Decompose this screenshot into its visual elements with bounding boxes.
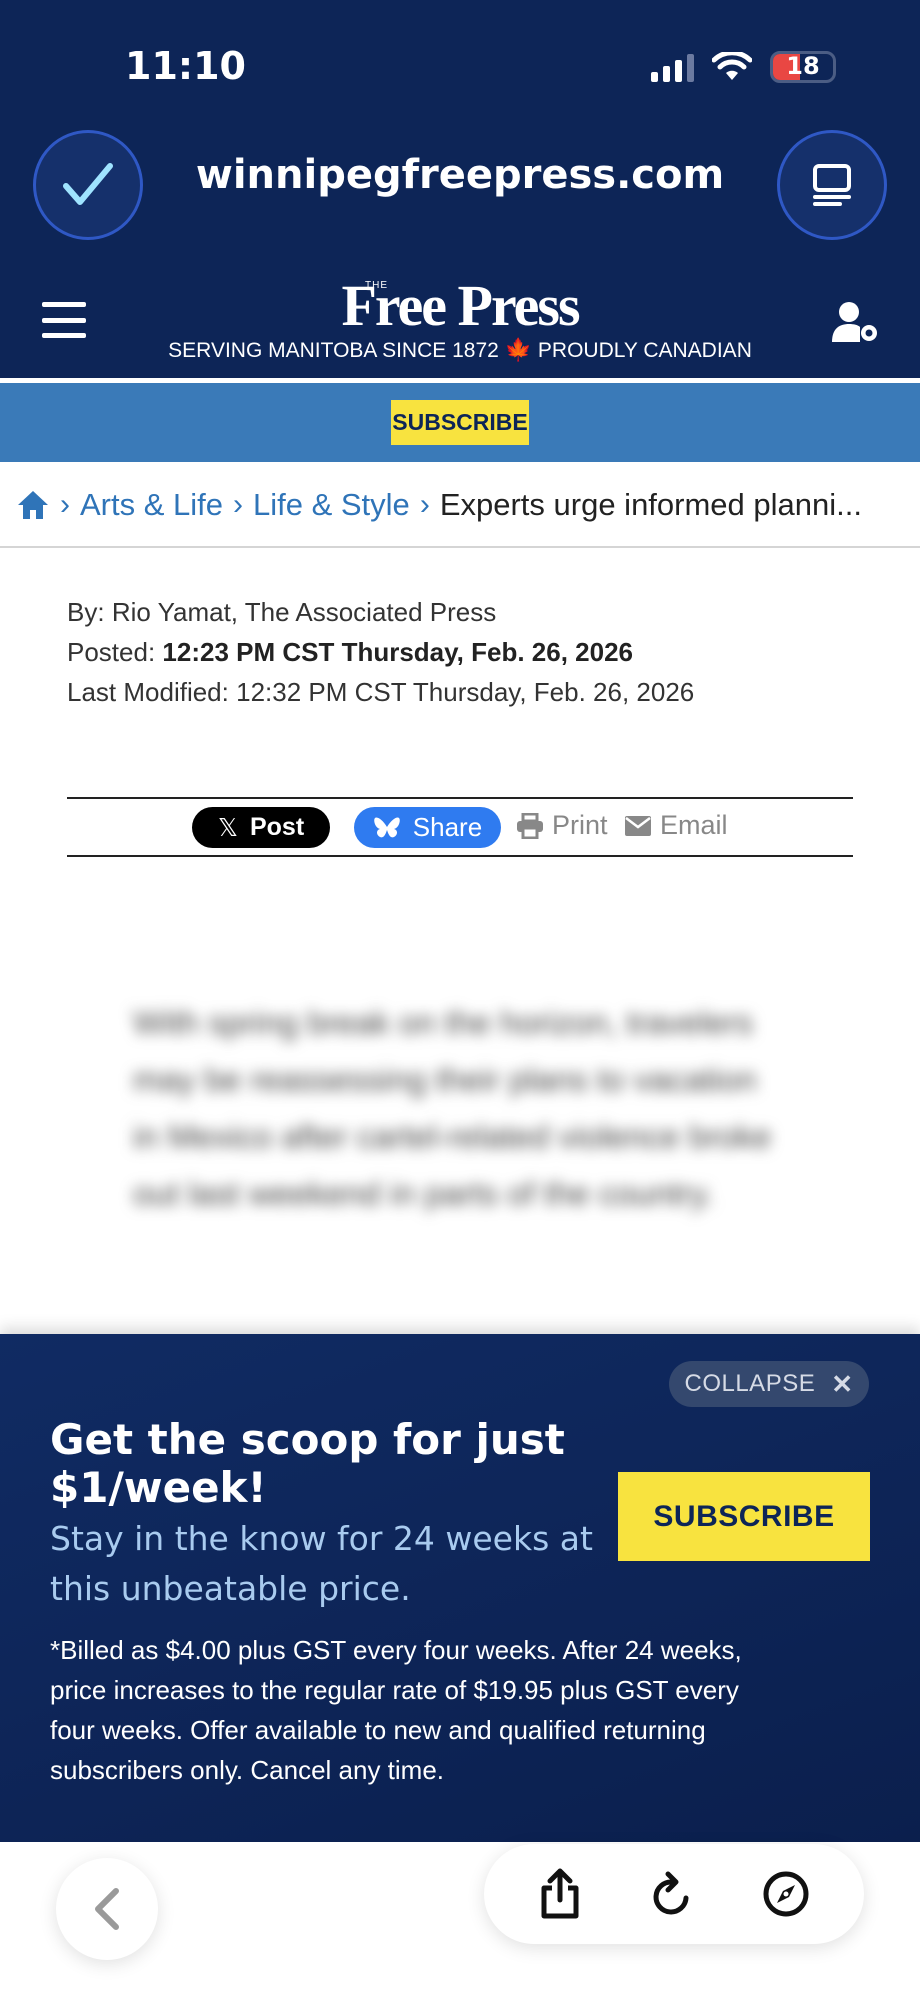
cellular-signal-icon	[651, 52, 694, 82]
share-divider-top	[67, 797, 853, 799]
bluesky-share-button[interactable]: Share	[354, 807, 501, 848]
share-divider-bottom	[67, 855, 853, 857]
account-settings-icon[interactable]	[832, 300, 880, 344]
maple-leaf-icon: 🍁	[504, 337, 533, 362]
reload-icon[interactable]	[650, 1870, 694, 1918]
toolbar-actions	[484, 1844, 864, 1944]
battery-level: 18	[786, 52, 820, 80]
subscribe-button[interactable]: SUBSCRIBE	[391, 400, 529, 445]
promo-title: Get the scoop for just $1/week!	[50, 1415, 565, 1512]
x-post-button[interactable]: 𝕏 Post	[192, 807, 330, 848]
browser-toolbar	[0, 1842, 920, 2000]
collapse-button[interactable]: COLLAPSE ✕	[669, 1361, 869, 1407]
promo-fine-print: *Billed as $4.00 plus GST every four wee…	[50, 1635, 742, 1785]
print-button[interactable]: Print	[516, 810, 608, 841]
bluesky-share-label: Share	[412, 812, 483, 842]
modified-label: Last Modified:	[67, 677, 229, 707]
print-label: Print	[552, 810, 608, 840]
email-button[interactable]: Email	[624, 810, 728, 841]
address-bar-url[interactable]: winnipegfreepress.com	[180, 152, 740, 198]
breadcrumb: › Arts & Life › Life & Style › Experts u…	[16, 480, 906, 530]
close-icon: ✕	[831, 1368, 854, 1399]
share-icon[interactable]	[538, 1868, 582, 1920]
envelope-icon	[625, 815, 651, 836]
status-icons: 18	[651, 50, 836, 84]
subscribe-bar: SUBSCRIBE	[0, 383, 920, 462]
chevron-right-icon: ›	[233, 488, 243, 521]
tagline-left: SERVING MANITOBA SINCE 1872	[168, 339, 499, 362]
modified-date: 12:32 PM CST Thursday, Feb. 26, 2026	[236, 677, 695, 707]
breadcrumb-current: Experts urge informed planni...	[439, 487, 862, 522]
breadcrumb-arts-life[interactable]: Arts & Life	[80, 487, 223, 523]
reader-icon	[813, 164, 851, 206]
posted-date: 12:23 PM CST Thursday, Feb. 26, 2026	[162, 637, 633, 667]
x-logo-icon: 𝕏	[217, 813, 238, 842]
author: Rio Yamat, The Associated Press	[111, 597, 497, 627]
site-logo[interactable]: Free Press	[0, 272, 920, 339]
status-time: 11:10	[125, 44, 246, 88]
chevron-right-icon: ›	[419, 488, 430, 521]
promo-subscribe-button[interactable]: SUBSCRIBE	[618, 1472, 870, 1561]
chevron-left-icon	[95, 1888, 119, 1930]
butterfly-icon	[374, 816, 400, 837]
promo-subtitle: Stay in the know for 24 weeks at this un…	[50, 1519, 593, 1608]
home-icon[interactable]	[16, 489, 50, 521]
breadcrumb-life-style[interactable]: Life & Style	[253, 487, 410, 523]
tagline-right: PROUDLY CANADIAN	[537, 339, 752, 362]
subscription-promo: COLLAPSE ✕ Get the scoop for just $1/wee…	[0, 1334, 920, 1842]
back-button[interactable]	[56, 1858, 158, 1960]
compass-icon[interactable]	[762, 1870, 810, 1918]
site-tagline: SERVING MANITOBA SINCE 1872 🍁 PROUDLY CA…	[0, 337, 920, 363]
posted-label: Posted:	[67, 637, 156, 667]
email-label: Email	[660, 810, 728, 840]
battery-icon: 18	[770, 51, 836, 83]
byline-label: By:	[67, 597, 105, 627]
checkmark-button[interactable]	[33, 130, 143, 240]
reader-view-button[interactable]	[777, 130, 887, 240]
x-post-label: Post	[249, 813, 305, 841]
wifi-icon	[712, 52, 752, 80]
article-byline: By: Rio Yamat, The Associated Press Post…	[67, 592, 694, 712]
checkmark-icon	[63, 163, 113, 205]
breadcrumb-divider	[0, 546, 920, 548]
collapse-label: COLLAPSE	[684, 1370, 816, 1397]
printer-icon	[517, 812, 543, 839]
chevron-right-icon: ›	[60, 488, 70, 521]
header-area: 11:10 18 winnipegfreepress.com THE Free …	[0, 0, 920, 378]
article-body-blurred: With spring break on the horizon, travel…	[133, 1004, 772, 1212]
